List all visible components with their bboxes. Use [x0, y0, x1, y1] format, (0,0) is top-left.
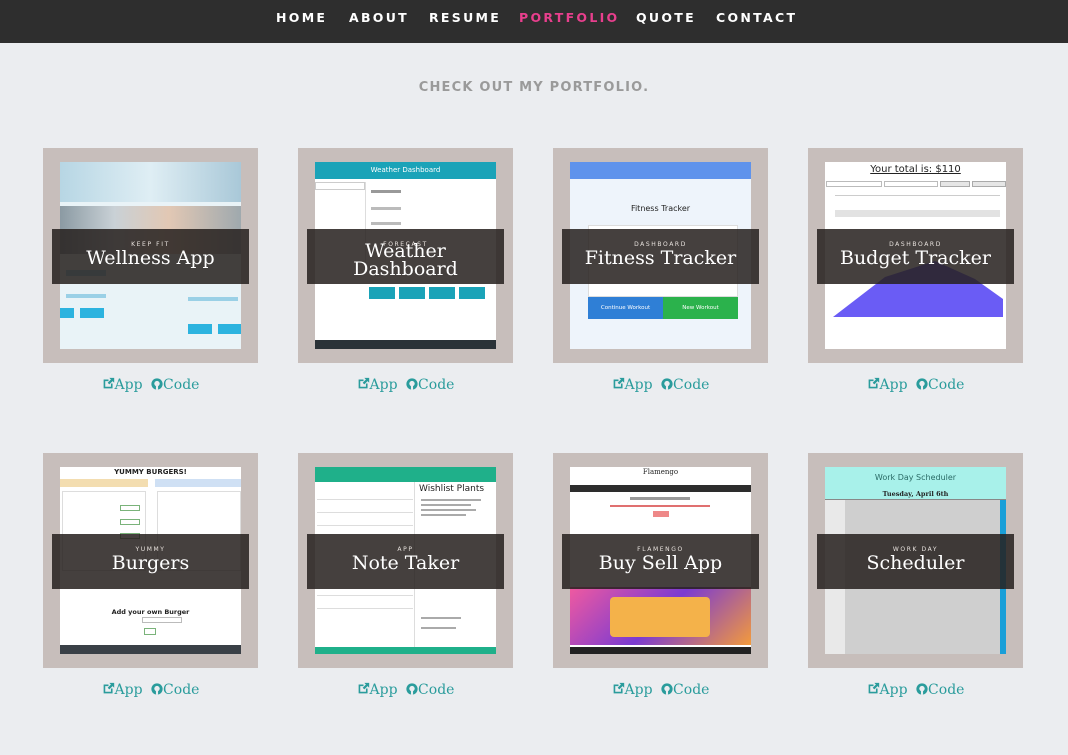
app-link[interactable]: App [612, 682, 653, 698]
project-card-burgers[interactable]: YUMMY BURGERS! Add your own Burger YUMMY… [43, 453, 258, 668]
project-name: Buy Sell App [598, 552, 723, 574]
external-link-icon [868, 682, 879, 694]
burgers-add-heading: Add your own Burger [111, 608, 190, 616]
project-name: Fitness Tracker [584, 247, 737, 269]
project-name: Budget Tracker [839, 247, 991, 269]
code-link[interactable]: Code [657, 682, 709, 698]
nav-about[interactable]: ABOUT [349, 10, 409, 25]
project-links: App Code [553, 682, 768, 698]
project-links: App Code [43, 377, 258, 393]
app-link-label: App [369, 682, 398, 698]
app-link[interactable]: App [102, 682, 143, 698]
budget-total: Your total is: $110 [870, 164, 961, 175]
app-link-label: App [369, 377, 398, 393]
github-icon [661, 683, 673, 695]
external-link-icon [103, 377, 114, 389]
project-overlay: YUMMY Burgers [52, 534, 249, 589]
github-icon [151, 683, 163, 695]
app-link[interactable]: App [867, 682, 908, 698]
external-link-icon [103, 682, 114, 694]
project-links: App Code [808, 377, 1023, 393]
external-link-icon [358, 682, 369, 694]
project-links: App Code [298, 682, 513, 698]
project-links: App Code [808, 682, 1023, 698]
app-link-label: App [879, 377, 908, 393]
github-icon [916, 683, 928, 695]
nav-home[interactable]: HOME [276, 10, 327, 25]
burgers-title: YUMMY BURGERS! [114, 468, 187, 476]
code-link[interactable]: Code [402, 682, 454, 698]
weather-header-bar: Weather Dashboard [315, 162, 496, 179]
scheduler-title: Work Day Scheduler [874, 473, 957, 482]
nav-portfolio[interactable]: PORTFOLIO [519, 10, 620, 25]
project-name: Burgers [111, 552, 190, 574]
project-overlay: WORK DAY Scheduler [817, 534, 1014, 589]
nav-quote[interactable]: QUOTE [636, 10, 696, 25]
code-link-label: Code [928, 682, 965, 698]
code-link-label: Code [928, 377, 965, 393]
code-link-label: Code [163, 682, 200, 698]
fitness-heading: Fitness Tracker [630, 204, 691, 213]
project-card-budget[interactable]: Your total is: $110 DASHBOARD Budget Tra… [808, 148, 1023, 363]
github-icon [406, 683, 418, 695]
code-link-label: Code [673, 682, 710, 698]
code-link[interactable]: Code [147, 377, 199, 393]
fitness-continue-button: Continue Workout [588, 297, 663, 319]
code-link[interactable]: Code [912, 682, 964, 698]
github-icon [916, 378, 928, 390]
nav-contact[interactable]: CONTACT [716, 10, 797, 25]
code-link[interactable]: Code [657, 377, 709, 393]
app-link[interactable]: App [357, 682, 398, 698]
nav-resume[interactable]: RESUME [429, 10, 501, 25]
project-overlay: FORECAST Weather Dashboard [307, 229, 504, 284]
external-link-icon [868, 377, 879, 389]
project-name: Weather Dashboard [353, 240, 458, 280]
code-link[interactable]: Code [912, 377, 964, 393]
project-card-note-taker[interactable]: Wishlist Plants APP Note Taker [298, 453, 513, 668]
project-links: App Code [43, 682, 258, 698]
project-card-scheduler[interactable]: Work Day Scheduler Tuesday, April 6th WO… [808, 453, 1023, 668]
code-link[interactable]: Code [147, 682, 199, 698]
project-overlay: DASHBOARD Budget Tracker [817, 229, 1014, 284]
project-card-fitness[interactable]: Fitness Tracker Continue Workout New Wor… [553, 148, 768, 363]
project-links: App Code [298, 377, 513, 393]
app-link-label: App [624, 682, 653, 698]
project-card-weather[interactable]: Weather Dashboard FORECAST Weather Dashb… [298, 148, 513, 363]
app-link[interactable]: App [612, 377, 653, 393]
app-link[interactable]: App [102, 377, 143, 393]
github-icon [661, 378, 673, 390]
external-link-icon [358, 377, 369, 389]
github-icon [151, 378, 163, 390]
project-name: Wellness App [86, 247, 215, 269]
code-link-label: Code [418, 682, 455, 698]
top-nav: HOME ABOUT RESUME PORTFOLIO QUOTE CONTAC… [0, 0, 1068, 43]
app-link[interactable]: App [357, 377, 398, 393]
project-name: Scheduler [866, 552, 965, 574]
fitness-new-button: New Workout [663, 297, 738, 319]
github-icon [406, 378, 418, 390]
code-link-label: Code [418, 377, 455, 393]
app-link-label: App [114, 682, 143, 698]
project-name: Note Taker [351, 552, 460, 574]
project-overlay: FLAMENGO Buy Sell App [562, 534, 759, 589]
project-overlay: KEEP FIT Wellness App [52, 229, 249, 284]
project-card-wellness[interactable]: KEEP FIT Wellness App [43, 148, 258, 363]
project-card-buy-sell[interactable]: Flamengo FLAMENGO Buy Sell App [553, 453, 768, 668]
scheduler-date: Tuesday, April 6th [882, 490, 949, 498]
code-link-label: Code [163, 377, 200, 393]
code-link-label: Code [673, 377, 710, 393]
project-overlay: DASHBOARD Fitness Tracker [562, 229, 759, 284]
wishlist-title: Wishlist Plants [419, 484, 485, 494]
code-link[interactable]: Code [402, 377, 454, 393]
app-link-label: App [879, 682, 908, 698]
app-link-label: App [114, 377, 143, 393]
flamengo-title: Flamengo [642, 468, 679, 476]
external-link-icon [613, 682, 624, 694]
project-links: App Code [553, 377, 768, 393]
app-link-label: App [624, 377, 653, 393]
external-link-icon [613, 377, 624, 389]
app-link[interactable]: App [867, 377, 908, 393]
project-overlay: APP Note Taker [307, 534, 504, 589]
section-title: CHECK OUT MY PORTFOLIO. [418, 80, 650, 95]
